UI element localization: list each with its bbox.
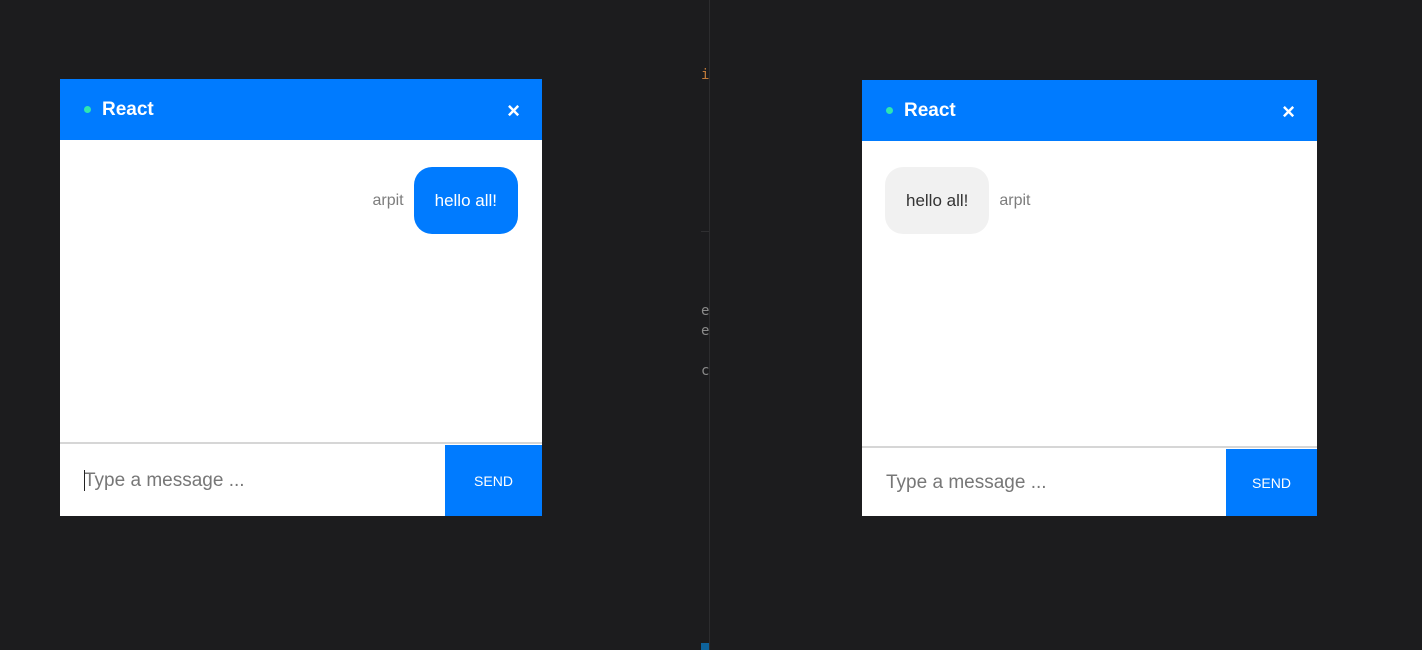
message-input[interactable] — [60, 445, 445, 516]
text-caret — [84, 470, 85, 491]
message-row: arpit hello all! — [372, 167, 518, 234]
close-button[interactable]: × — [1282, 99, 1295, 123]
background-code-text: e — [701, 304, 709, 318]
chat-title: React — [904, 99, 956, 121]
chat-window-sender: React × arpit hello all! SEND — [60, 79, 542, 516]
chat-title: React — [102, 98, 154, 120]
window-divider — [709, 0, 710, 650]
message-username: arpit — [999, 191, 1031, 209]
message-bubble-outgoing: hello all! — [413, 167, 518, 234]
chat-header: React × — [60, 79, 542, 140]
send-button[interactable]: SEND — [445, 445, 542, 516]
message-input[interactable] — [862, 449, 1226, 516]
background-rule — [701, 231, 709, 232]
composer: SEND — [60, 445, 542, 516]
scrollbar-thumb[interactable] — [701, 643, 709, 650]
composer: SEND — [862, 449, 1317, 516]
message-list: hello all! arpit — [862, 141, 1317, 448]
chat-header: React × — [862, 80, 1317, 141]
status-dot-icon — [886, 107, 893, 114]
message-list: arpit hello all! — [60, 140, 542, 444]
message-row: hello all! arpit — [885, 167, 1031, 234]
message-username: arpit — [372, 191, 404, 209]
background-code-text: ie — [701, 68, 709, 82]
send-button[interactable]: SEND — [1226, 449, 1317, 516]
status-dot-icon — [84, 106, 91, 113]
message-bubble-incoming: hello all! — [885, 167, 990, 234]
close-button[interactable]: × — [507, 98, 520, 122]
chat-window-receiver: React × hello all! arpit SEND — [862, 80, 1317, 516]
background-code-text: c — [701, 364, 709, 378]
background-code-text: e — [701, 324, 709, 338]
